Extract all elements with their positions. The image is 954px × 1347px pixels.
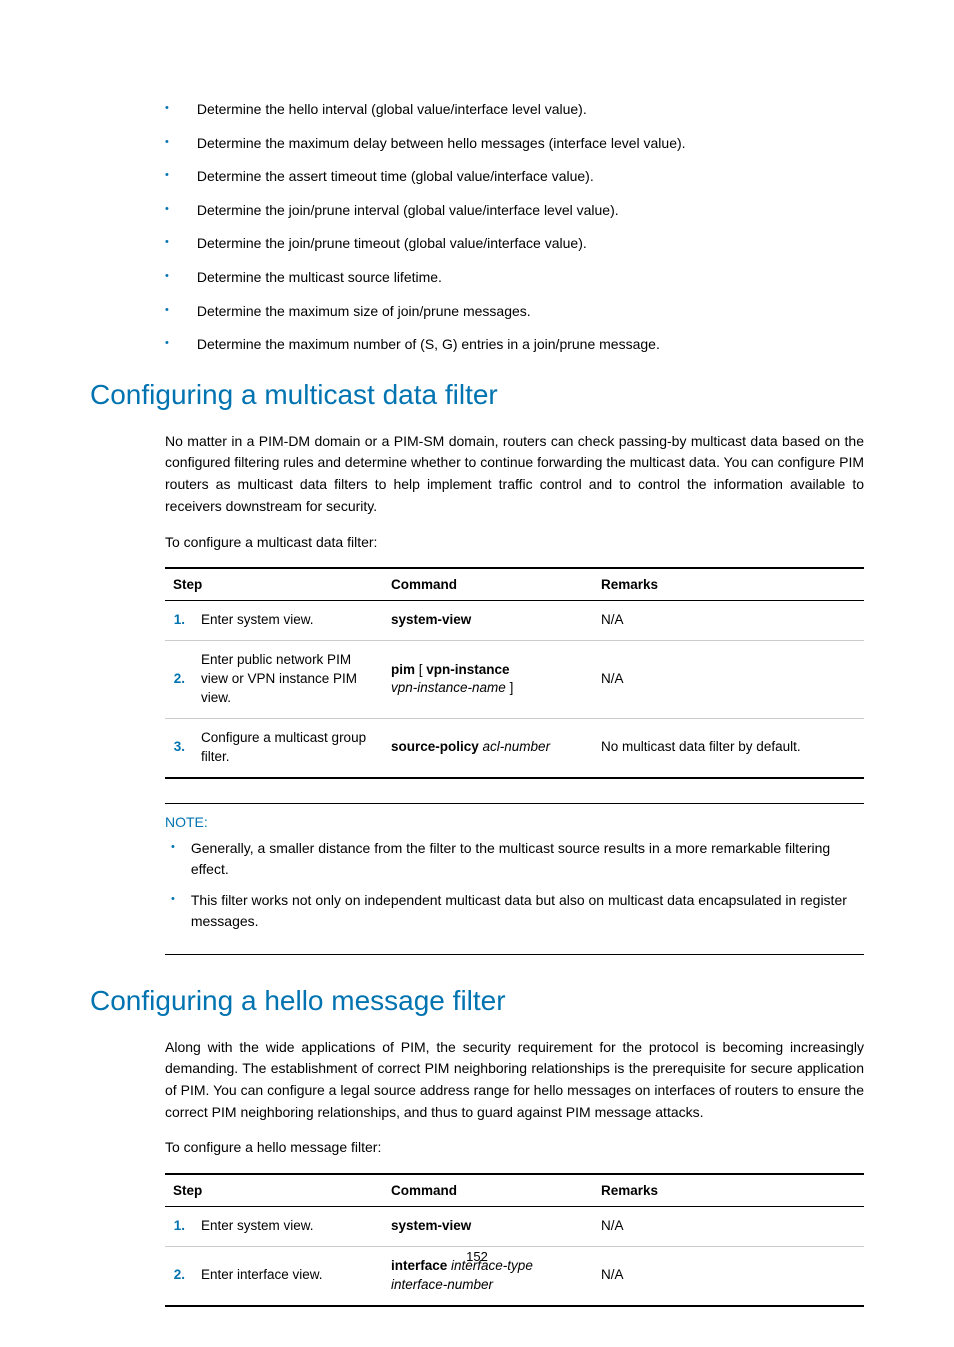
- section-heading-hello-filter: Configuring a hello message filter: [90, 985, 864, 1017]
- bullet-icon: •: [165, 201, 169, 219]
- bullet-icon: •: [171, 838, 175, 858]
- section-paragraph: Along with the wide applications of PIM,…: [165, 1037, 864, 1124]
- table-row: 1. Enter system view. system-view N/A: [165, 601, 864, 641]
- bullet-icon: •: [165, 234, 169, 252]
- list-text: Determine the maximum delay between hell…: [197, 134, 686, 154]
- list-item: • Determine the multicast source lifetime…: [165, 268, 864, 288]
- note-text: This filter works not only on independen…: [191, 890, 864, 932]
- step-desc: Enter public network PIM view or VPN ins…: [193, 641, 383, 719]
- step-desc: Enter system view.: [193, 601, 383, 641]
- bullet-icon: •: [171, 890, 175, 910]
- step-number: 1.: [165, 1206, 193, 1246]
- bullet-icon: •: [165, 167, 169, 185]
- bullet-icon: •: [165, 268, 169, 286]
- bullet-icon: •: [165, 335, 169, 353]
- list-item: • Generally, a smaller distance from the …: [171, 838, 864, 880]
- list-text: Determine the maximum number of (S, G) e…: [197, 335, 660, 355]
- list-text: Determine the maximum size of join/prune…: [197, 302, 531, 322]
- note-label: NOTE:: [165, 814, 864, 830]
- col-step: Step: [165, 1174, 383, 1207]
- col-remarks: Remarks: [593, 568, 864, 601]
- step-desc: Configure a multicast group filter.: [193, 718, 383, 777]
- remarks-cell: N/A: [593, 601, 864, 641]
- cmd-bold: pim: [391, 662, 415, 677]
- cmd-text: [: [415, 662, 426, 677]
- cmd-text: ]: [506, 680, 514, 695]
- section-paragraph: No matter in a PIM-DM domain or a PIM-SM…: [165, 431, 864, 518]
- remarks-cell: No multicast data filter by default.: [593, 718, 864, 777]
- list-text: Determine the hello interval (global val…: [197, 100, 587, 120]
- step-number: 2.: [165, 641, 193, 719]
- table-header-row: Step Command Remarks: [165, 568, 864, 601]
- command-cell: system-view: [383, 1206, 593, 1246]
- col-command: Command: [383, 568, 593, 601]
- cmd-bold: source-policy: [391, 739, 479, 754]
- list-text: Determine the assert timeout time (globa…: [197, 167, 594, 187]
- bullet-icon: •: [165, 100, 169, 118]
- table-header-row: Step Command Remarks: [165, 1174, 864, 1207]
- table-row: 3. Configure a multicast group filter. s…: [165, 718, 864, 777]
- list-item: • Determine the hello interval (global va…: [165, 100, 864, 120]
- list-text: Determine the join/prune interval (globa…: [197, 201, 619, 221]
- list-text: Determine the join/prune timeout (global…: [197, 234, 587, 254]
- remarks-cell: N/A: [593, 1206, 864, 1246]
- section-heading-multicast-filter: Configuring a multicast data filter: [90, 379, 864, 411]
- col-command: Command: [383, 1174, 593, 1207]
- section-intro: To configure a hello message filter:: [165, 1137, 864, 1159]
- list-item: • Determine the join/prune interval (glob…: [165, 201, 864, 221]
- table-row: 2. Enter public network PIM view or VPN …: [165, 641, 864, 719]
- list-item: • Determine the maximum number of (S, G) …: [165, 335, 864, 355]
- step-desc: Enter system view.: [193, 1206, 383, 1246]
- step-number: 1.: [165, 601, 193, 641]
- list-item: • Determine the maximum delay between hel…: [165, 134, 864, 154]
- cmd-bold: vpn-instance: [426, 662, 509, 677]
- cmd-ital: vpn-instance-name: [391, 680, 506, 695]
- preparation-list: • Determine the hello interval (global va…: [165, 100, 864, 355]
- note-text: Generally, a smaller distance from the f…: [191, 838, 864, 880]
- page-content: • Determine the hello interval (global va…: [0, 0, 954, 1347]
- command-cell: system-view: [383, 601, 593, 641]
- col-step: Step: [165, 568, 383, 601]
- section-intro: To configure a multicast data filter:: [165, 532, 864, 554]
- list-item: • Determine the assert timeout time (glob…: [165, 167, 864, 187]
- multicast-filter-table: Step Command Remarks 1. Enter system vie…: [165, 567, 864, 778]
- page-number: 152: [0, 1249, 954, 1264]
- cmd-bold: system-view: [391, 1218, 471, 1233]
- command-cell: pim [ vpn-instance vpn-instance-name ]: [383, 641, 593, 719]
- list-item: • Determine the join/prune timeout (globa…: [165, 234, 864, 254]
- list-item: • Determine the maximum size of join/prun…: [165, 302, 864, 322]
- list-text: Determine the multicast source lifetime.: [197, 268, 442, 288]
- table-row: 1. Enter system view. system-view N/A: [165, 1206, 864, 1246]
- step-number: 3.: [165, 718, 193, 777]
- command-cell: source-policy acl-number: [383, 718, 593, 777]
- bullet-icon: •: [165, 302, 169, 320]
- list-item: • This filter works not only on independe…: [171, 890, 864, 932]
- bullet-icon: •: [165, 134, 169, 152]
- note-block: NOTE: • Generally, a smaller distance fro…: [165, 803, 864, 955]
- cmd-ital: acl-number: [479, 739, 550, 754]
- remarks-cell: N/A: [593, 641, 864, 719]
- hello-filter-table: Step Command Remarks 1. Enter system vie…: [165, 1173, 864, 1307]
- cmd-bold: system-view: [391, 612, 471, 627]
- col-remarks: Remarks: [593, 1174, 864, 1207]
